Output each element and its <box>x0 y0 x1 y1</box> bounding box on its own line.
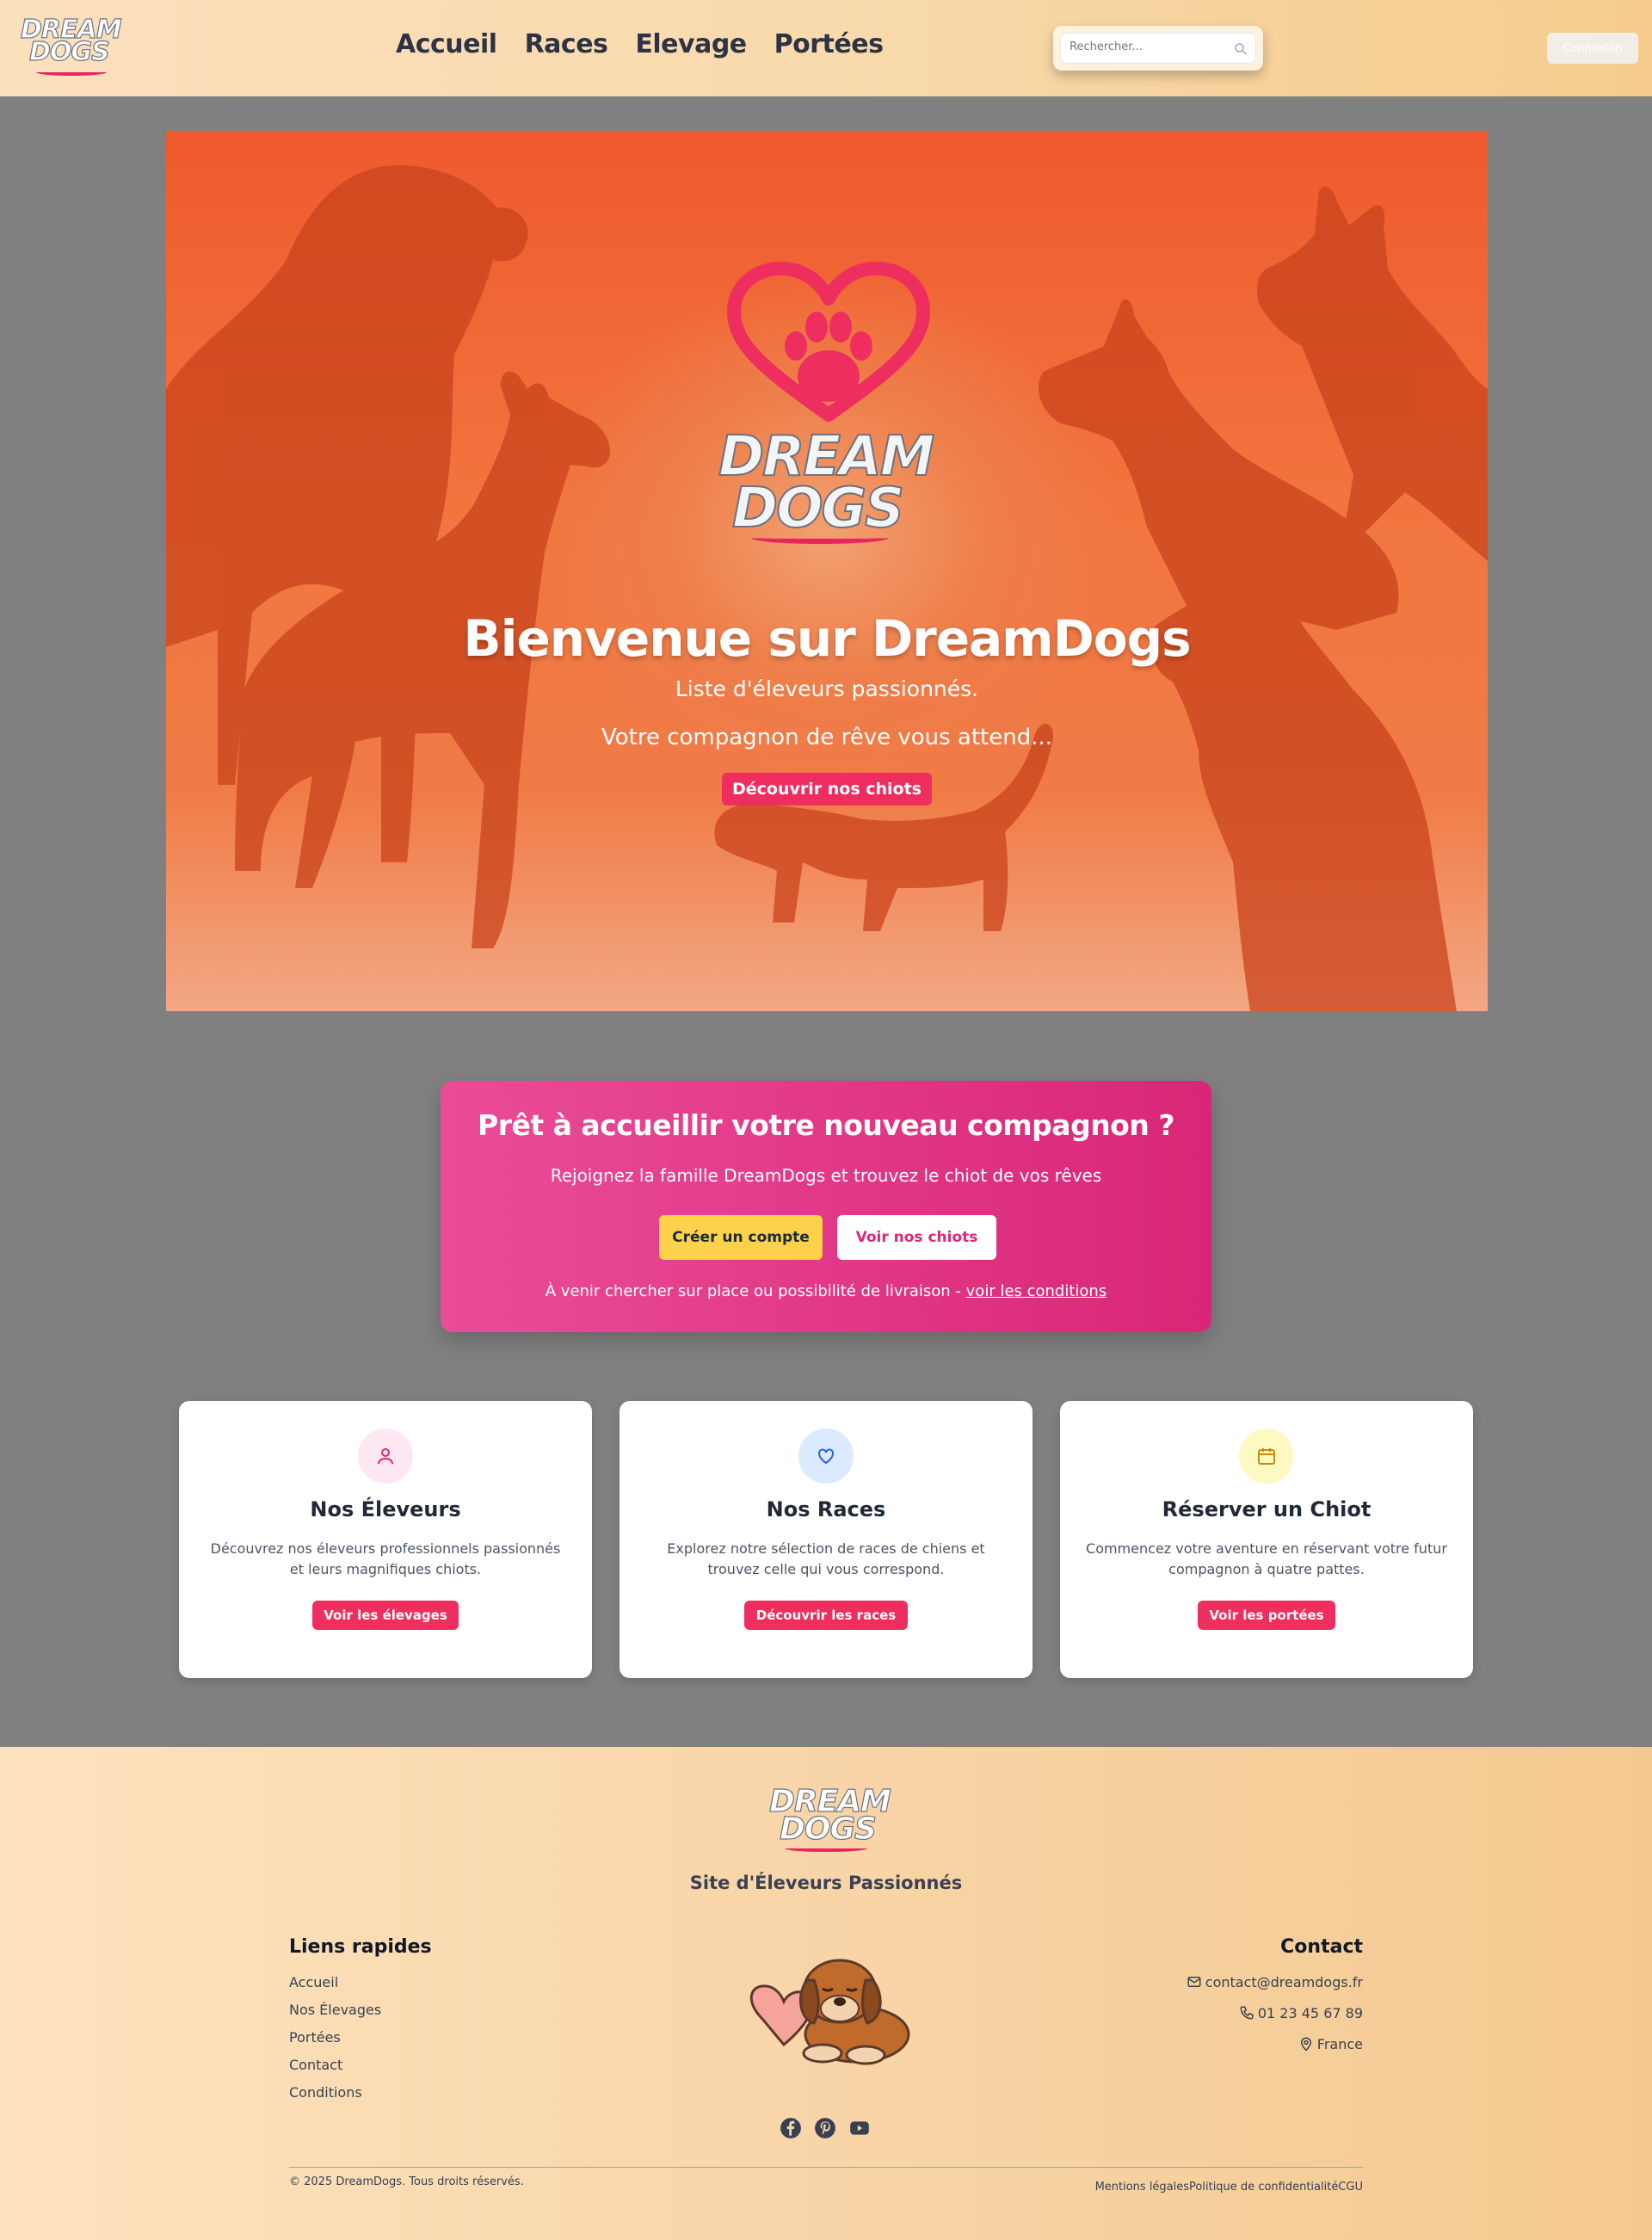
hero-banner: DREAM DOGS Bienvenue sur DreamDogs Liste… <box>166 131 1488 1011</box>
map-pin-icon <box>1300 2037 1311 2052</box>
mail-icon <box>1187 1977 1201 1987</box>
footer-divider <box>289 2167 1363 2168</box>
quick-links-list: Accueil Nos Élevages Portées Contact Con… <box>289 1974 381 2112</box>
privacy-policy-link[interactable]: Politique de confidentialité <box>1189 2181 1338 2194</box>
cta-subtitle: Rejoignez la famille DreamDogs et trouve… <box>550 1165 1102 1186</box>
facebook-icon[interactable] <box>780 2117 802 2139</box>
copyright-text: © 2025 DreamDogs. Tous droits réservés. <box>289 2175 524 2188</box>
footer-logo: DREAM DOGS <box>766 1786 891 1852</box>
create-account-button[interactable]: Créer un compte <box>659 1215 823 1260</box>
cta-panel: Prêt à accueillir votre nouveau compagno… <box>441 1081 1211 1332</box>
hero-logo: DREAM DOGS <box>700 260 958 561</box>
youtube-icon[interactable] <box>848 2117 871 2139</box>
sleeping-puppy-illustration <box>749 1959 910 2065</box>
card-icon-circle <box>358 1429 413 1484</box>
delivery-note: À venir chercher sur place ou possibilit… <box>441 1282 1211 1300</box>
search-input[interactable] <box>1069 40 1224 53</box>
main-nav: Accueil Races Elevage Portées <box>396 29 884 59</box>
nav-accueil[interactable]: Accueil <box>396 29 497 59</box>
footer-link-elevages[interactable]: Nos Élevages <box>289 2002 381 2029</box>
heart-paw-icon <box>727 262 930 422</box>
user-icon <box>378 1448 393 1465</box>
footer-link-accueil[interactable]: Accueil <box>289 1974 381 2002</box>
card-icon-circle <box>1239 1429 1294 1484</box>
legal-links: Mentions légales Politique de confidenti… <box>1095 2181 1363 2194</box>
view-puppies-button[interactable]: Voir nos chiots <box>837 1215 996 1260</box>
heart-icon <box>818 1448 834 1465</box>
search-icon[interactable] <box>1233 41 1248 57</box>
conditions-link[interactable]: voir les conditions <box>966 1282 1107 1300</box>
footer-tagline: Site d'Éleveurs Passionnés <box>689 1873 963 1893</box>
card-title: Nos Races <box>766 1497 886 1521</box>
delivery-note-text: À venir chercher sur place ou possibilit… <box>545 1282 966 1300</box>
hero-title: Bienvenue sur DreamDogs <box>463 609 1191 668</box>
contact-phone-text: 01 23 45 67 89 <box>1257 2005 1363 2021</box>
hero-subtitle: Liste d'éleveurs passionnés. <box>675 676 979 701</box>
footer-logo-text-dogs: DOGS <box>779 1811 877 1847</box>
card-icon-circle <box>798 1429 854 1484</box>
card-title: Nos Éleveurs <box>310 1497 461 1521</box>
card-reserve: Réserver un Chiot Commencez votre aventu… <box>1060 1401 1473 1678</box>
card-description: Commencez votre aventure en réservant vo… <box>1086 1540 1447 1577</box>
card-title: Réserver un Chiot <box>1162 1497 1372 1521</box>
cta-title: Prêt à accueillir votre nouveau compagno… <box>478 1108 1174 1142</box>
pinterest-icon[interactable] <box>814 2117 836 2139</box>
calendar-icon <box>1258 1448 1275 1465</box>
contact-list: contact@dreamdogs.fr 01 23 45 67 89 Fran… <box>1187 1974 1363 2067</box>
social-links <box>780 2117 871 2139</box>
logo-swoosh <box>36 69 107 76</box>
nav-races[interactable]: Races <box>525 29 608 59</box>
contact-email[interactable]: contact@dreamdogs.fr <box>1187 1974 1363 2005</box>
card-description: Découvrez nos éleveurs professionnels pa… <box>210 1540 561 1577</box>
contact-location-text: France <box>1316 2036 1363 2052</box>
discover-puppies-button[interactable]: Découvrir nos chiots <box>722 773 932 805</box>
discover-breeds-button[interactable]: Découvrir les races <box>744 1601 908 1630</box>
header-logo[interactable]: DREAM DOGS <box>20 15 124 81</box>
footer-link-conditions[interactable]: Conditions <box>289 2084 381 2112</box>
search-container <box>1053 26 1263 71</box>
card-breeds: Nos Races Explorez notre sélection de ra… <box>620 1401 1032 1678</box>
contact-email-text: contact@dreamdogs.fr <box>1205 1974 1363 1990</box>
contact-phone[interactable]: 01 23 45 67 89 <box>1187 2005 1363 2036</box>
nav-elevage[interactable]: Elevage <box>635 29 747 59</box>
login-button[interactable]: Connexion <box>1547 33 1638 64</box>
nav-portees[interactable]: Portées <box>774 29 884 59</box>
quick-links-title: Liens rapides <box>289 1936 432 1958</box>
search-box <box>1060 33 1256 64</box>
footer-link-contact[interactable]: Contact <box>289 2057 381 2084</box>
view-litters-button[interactable]: Voir les portées <box>1198 1601 1335 1630</box>
hero-tagline: Votre compagnon de rêve vous attend... <box>601 725 1053 750</box>
logo-text-dogs: DOGS <box>28 37 110 67</box>
contact-title: Contact <box>1280 1936 1363 1958</box>
hero-logo-text-dogs: DOGS <box>731 476 905 541</box>
card-description: Explorez notre sélection de races de chi… <box>667 1540 985 1577</box>
legal-notice-link[interactable]: Mentions légales <box>1095 2181 1189 2194</box>
terms-link[interactable]: CGU <box>1338 2181 1363 2194</box>
card-breeders: Nos Éleveurs Découvrez nos éleveurs prof… <box>179 1401 592 1678</box>
footer-link-portees[interactable]: Portées <box>289 2029 381 2057</box>
site-footer: DREAM DOGS Site d'Éleveurs Passionnés Li… <box>0 1747 1652 2240</box>
hero-logo-swoosh <box>751 532 889 544</box>
contact-location: France <box>1187 2036 1363 2067</box>
view-breeders-button[interactable]: Voir les élevages <box>312 1601 459 1630</box>
phone-icon <box>1240 2006 1254 2020</box>
site-header: DREAM DOGS Accueil Races Elevage Portées… <box>0 0 1652 96</box>
footer-logo-swoosh <box>785 1845 867 1852</box>
